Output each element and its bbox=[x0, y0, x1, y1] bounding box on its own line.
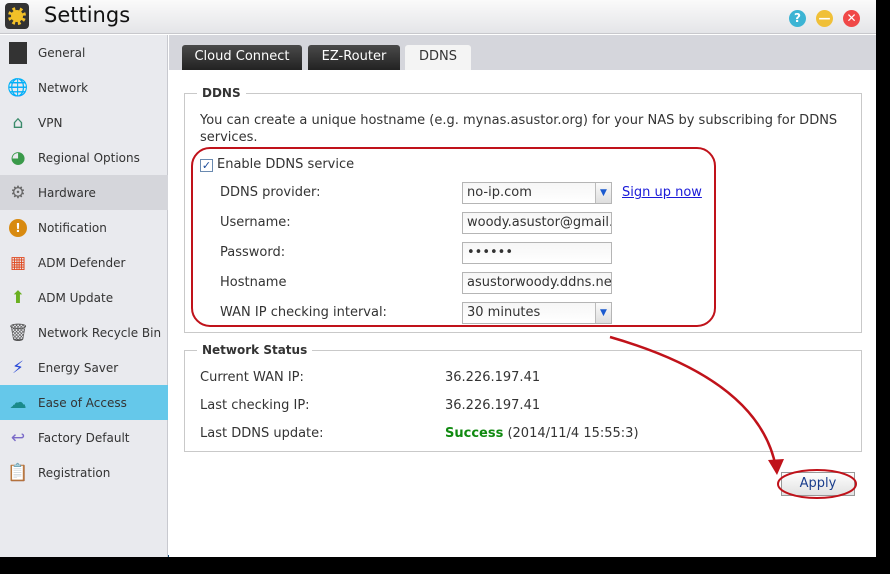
settings-app-icon bbox=[5, 3, 29, 29]
hostname-label: Hostname bbox=[220, 275, 287, 290]
title-bar: Settings ? — ✕ bbox=[0, 0, 876, 34]
wan-ip-value: 36.226.197.41 bbox=[445, 370, 541, 385]
sidebar-item-ease-of-access[interactable]: ☁ Ease of Access bbox=[0, 385, 168, 420]
sidebar: General 🌐 Network ⌂ VPN ◕ Regional Options … bbox=[0, 35, 168, 557]
last-check-value: 36.226.197.41 bbox=[445, 398, 541, 413]
sidebar-item-factory-default[interactable]: ↩ Factory Default bbox=[0, 420, 168, 455]
last-check-label: Last checking IP: bbox=[200, 398, 310, 413]
sidebar-item-general[interactable]: General bbox=[0, 35, 168, 70]
lightning-icon: ⚡ bbox=[12, 357, 24, 378]
username-input[interactable]: woody.asustor@gmail. bbox=[462, 212, 612, 234]
ddns-description: You can create a unique hostname (e.g. m… bbox=[200, 113, 838, 145]
globe-pin-icon: ◕ bbox=[10, 147, 26, 168]
interval-value: 30 minutes bbox=[467, 305, 541, 320]
enable-ddns-label: Enable DDNS service bbox=[217, 157, 355, 172]
minimize-button[interactable]: — bbox=[816, 10, 833, 27]
tab-ez-router[interactable]: EZ-Router bbox=[308, 45, 400, 70]
last-update-value: Success (2014/11/4 15:55:3) bbox=[445, 426, 639, 441]
sidebar-item-adm-defender[interactable]: ▦ ADM Defender bbox=[0, 245, 168, 280]
undo-icon: ↩ bbox=[10, 427, 26, 448]
last-update-label: Last DDNS update: bbox=[200, 426, 324, 441]
wrench-icon: ⚙ bbox=[10, 182, 26, 203]
arrow-up-icon: ⬆ bbox=[10, 287, 26, 308]
username-label: Username: bbox=[220, 215, 291, 230]
house-network-icon: ⌂ bbox=[12, 112, 24, 133]
interval-select[interactable]: 30 minutes ▼ bbox=[462, 302, 612, 324]
chevron-down-icon[interactable]: ▼ bbox=[595, 303, 611, 323]
sidebar-item-adm-update[interactable]: ⬆ ADM Update bbox=[0, 280, 168, 315]
enable-ddns-checkbox[interactable]: ✓ bbox=[200, 159, 213, 172]
ddns-legend: DDNS bbox=[202, 86, 241, 100]
help-button[interactable]: ? bbox=[789, 10, 806, 27]
sidebar-item-notification[interactable]: ! Notification bbox=[0, 210, 168, 245]
sidebar-item-network[interactable]: 🌐 Network bbox=[0, 70, 168, 105]
cloud-upload-icon: ☁ bbox=[9, 392, 27, 413]
provider-select[interactable]: no-ip.com ▼ bbox=[462, 182, 612, 204]
sign-up-link[interactable]: Sign up now bbox=[622, 185, 702, 200]
wan-ip-label: Current WAN IP: bbox=[200, 370, 304, 385]
window-title: Settings bbox=[44, 3, 131, 27]
password-label: Password: bbox=[220, 245, 286, 260]
close-button[interactable]: ✕ bbox=[843, 10, 860, 27]
success-status: Success bbox=[445, 426, 504, 441]
nas-icon bbox=[9, 41, 27, 64]
network-status-legend: Network Status bbox=[202, 343, 308, 357]
provider-value: no-ip.com bbox=[467, 185, 532, 200]
sidebar-item-registration[interactable]: 📋 Registration bbox=[0, 455, 168, 490]
alert-icon: ! bbox=[7, 217, 29, 239]
last-update-time: (2014/11/4 15:55:3) bbox=[507, 426, 639, 441]
globe-icon: 🌐 bbox=[7, 77, 29, 98]
tab-cloud-connect[interactable]: Cloud Connect bbox=[182, 45, 302, 70]
hostname-input[interactable]: asustorwoody.ddns.ne bbox=[462, 272, 612, 294]
tab-ddns[interactable]: DDNS bbox=[405, 45, 471, 70]
sidebar-item-hardware[interactable]: ⚙ Hardware bbox=[0, 175, 168, 210]
sidebar-item-vpn[interactable]: ⌂ VPN bbox=[0, 105, 168, 140]
sidebar-item-network-recycle-bin[interactable]: 🗑 Network Recycle Bin bbox=[0, 315, 168, 350]
tab-bar: Cloud Connect EZ-Router DDNS bbox=[169, 35, 876, 70]
password-input[interactable]: •••••• bbox=[462, 242, 612, 264]
sidebar-item-regional-options[interactable]: ◕ Regional Options bbox=[0, 140, 168, 175]
interval-label: WAN IP checking interval: bbox=[220, 305, 387, 320]
clipboard-icon: 📋 bbox=[7, 462, 29, 483]
trash-icon: 🗑 bbox=[7, 322, 29, 343]
provider-label: DDNS provider: bbox=[220, 185, 321, 200]
sidebar-item-energy-saver[interactable]: ⚡ Energy Saver bbox=[0, 350, 168, 385]
chevron-down-icon[interactable]: ▼ bbox=[595, 183, 611, 203]
firewall-icon: ▦ bbox=[9, 252, 27, 273]
apply-button[interactable]: Apply bbox=[781, 472, 855, 496]
settings-window: Settings ? — ✕ General 🌐 Network ⌂ VPN ◕ Re… bbox=[0, 0, 876, 557]
